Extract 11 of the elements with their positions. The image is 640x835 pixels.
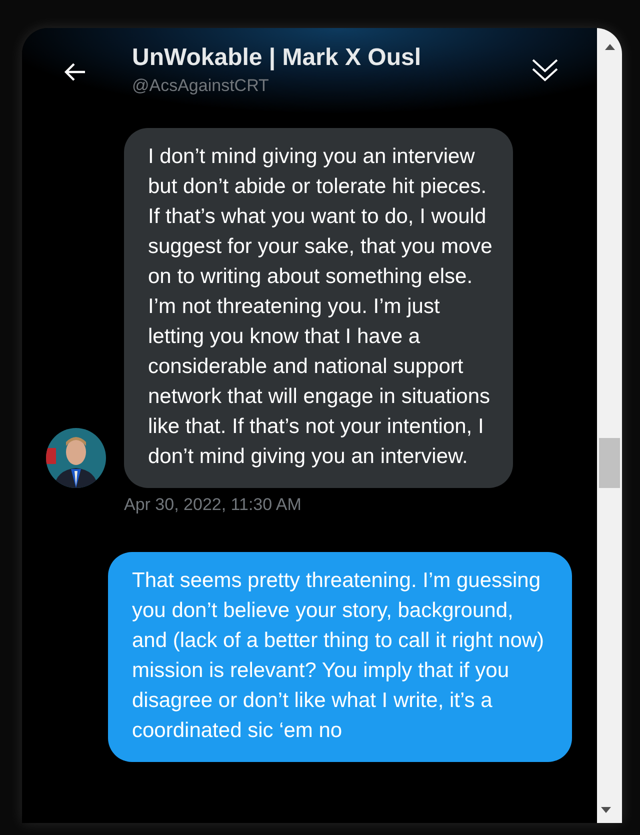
scroll-up-icon (604, 44, 614, 50)
scrollbar[interactable] (597, 28, 622, 823)
back-arrow-icon (64, 62, 86, 82)
contact-handle: @AcsAgainstCRT (132, 75, 270, 97)
message-timestamp: Apr 30, 2022, 11:30 AM (124, 494, 302, 516)
sent-message: That seems pretty threatening. I’m guessing you don’t believe your story, background, and (lack of a better thing to call it right now) mission is relevant? You imply that if you disagree or don’t like what I write, it’s a coordinated sic ‘em no (108, 552, 572, 762)
contact-name: UnWokable | Mark X Ousl (132, 43, 422, 73)
received-message: I don’t mind giving you an interview but don’t abide or tolerate hit pieces. If that’s what you want to do, I would suggest for your sake, that you move on to writing about something else. I’m not threatening you. I’m just letting you know that I have a considerable and national support network that will engage in situations like that. If that’s not your intention, I don’t mind giving you an interview. (124, 128, 513, 488)
scroll-down-icon (601, 807, 611, 813)
double-chevron-down-icon (531, 57, 559, 83)
scroll-thumb[interactable] (599, 438, 620, 488)
